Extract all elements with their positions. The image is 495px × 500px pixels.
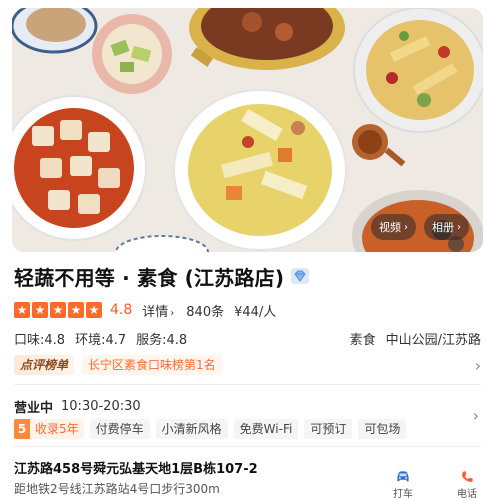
diamond-badge-icon[interactable]: [290, 266, 310, 286]
tag-wifi: 免费Wi-Fi: [233, 419, 299, 439]
address-line[interactable]: 江苏路458号舜元弘基天地1层B栋107-2: [14, 458, 258, 477]
star-icon: ★: [14, 302, 30, 318]
review-count[interactable]: 840条: [186, 301, 224, 320]
ranking-badge: 点评榜单: [14, 355, 75, 375]
rating-row: ★ ★ ★ ★ ★ 4.8 详情 › 840条 ¥44/人: [14, 300, 276, 320]
chevron-right-icon: ›: [170, 307, 175, 319]
taxi-button[interactable]: 打车: [388, 470, 418, 500]
open-status: 营业中: [14, 400, 54, 416]
divider: [14, 446, 481, 447]
shop-photo[interactable]: 视频 › 相册 ›: [12, 8, 483, 252]
star-icon: ★: [68, 302, 84, 318]
shop-name: 轻蔬不用等 · 素食 (江苏路店): [14, 265, 285, 290]
subway-distance: 距地铁2号线江苏路站4号口步行300m: [14, 482, 220, 496]
tag-private-booking: 可包场: [358, 419, 407, 439]
tag-parking: 付费停车: [89, 419, 150, 439]
years-number: 5: [14, 419, 30, 439]
album-button-label: 相册: [432, 221, 454, 234]
shop-title-row: 轻蔬不用等 · 素食 (江苏路店): [14, 262, 310, 290]
tag-style: 小清新风格: [155, 419, 228, 439]
chevron-right-icon[interactable]: ›: [473, 406, 479, 425]
divider: [14, 384, 481, 385]
tag-reservation: 可预订: [304, 419, 353, 439]
sub-scores-row: 口味:4.8 环境:4.7 服务:4.8 素食 中山公园/江苏路: [14, 328, 481, 348]
phone-button[interactable]: 电话: [452, 470, 482, 500]
chevron-right-icon: ›: [404, 221, 408, 233]
price-per-person: ¥44/人: [234, 304, 277, 320]
taste-score: 口味:4.8: [14, 332, 66, 348]
album-button[interactable]: 相册 ›: [424, 214, 469, 240]
service-score: 服务:4.8: [136, 332, 188, 348]
chevron-right-icon: ›: [457, 221, 461, 233]
tags-row: 5 收录5年 付费停车 小清新风格 免费Wi-Fi 可预订 可包场: [14, 418, 407, 440]
chevron-right-icon: ›: [474, 355, 481, 375]
details-link[interactable]: 详情 ›: [142, 301, 174, 320]
taxi-label: 打车: [393, 489, 413, 500]
video-button[interactable]: 视频 ›: [371, 214, 416, 240]
category-label[interactable]: 素食: [350, 329, 376, 348]
phone-icon: [462, 471, 473, 482]
listed-years-badge: 5 收录5年: [14, 419, 84, 439]
ranking-text: 长宁区素食口味榜第1名: [82, 355, 222, 375]
star-icon: ★: [86, 302, 102, 318]
media-buttons: 视频 › 相册 ›: [371, 214, 469, 240]
area-label[interactable]: 中山公园/江苏路: [386, 329, 481, 348]
rating-score: 4.8: [110, 302, 133, 318]
car-icon: [397, 471, 409, 482]
years-label: 收录5年: [30, 419, 84, 439]
business-hours-row[interactable]: 营业中 10:30-20:30: [14, 396, 141, 416]
hours-time: 10:30-20:30: [61, 398, 141, 414]
details-label: 详情: [142, 304, 169, 320]
star-rating: ★ ★ ★ ★ ★: [14, 302, 102, 318]
environment-score: 环境:4.7: [75, 332, 127, 348]
phone-label: 电话: [457, 489, 477, 500]
ranking-row[interactable]: 点评榜单 长宁区素食口味榜第1名 ›: [14, 354, 481, 376]
video-button-label: 视频: [379, 221, 401, 234]
star-icon: ★: [32, 302, 48, 318]
star-icon: ★: [50, 302, 66, 318]
